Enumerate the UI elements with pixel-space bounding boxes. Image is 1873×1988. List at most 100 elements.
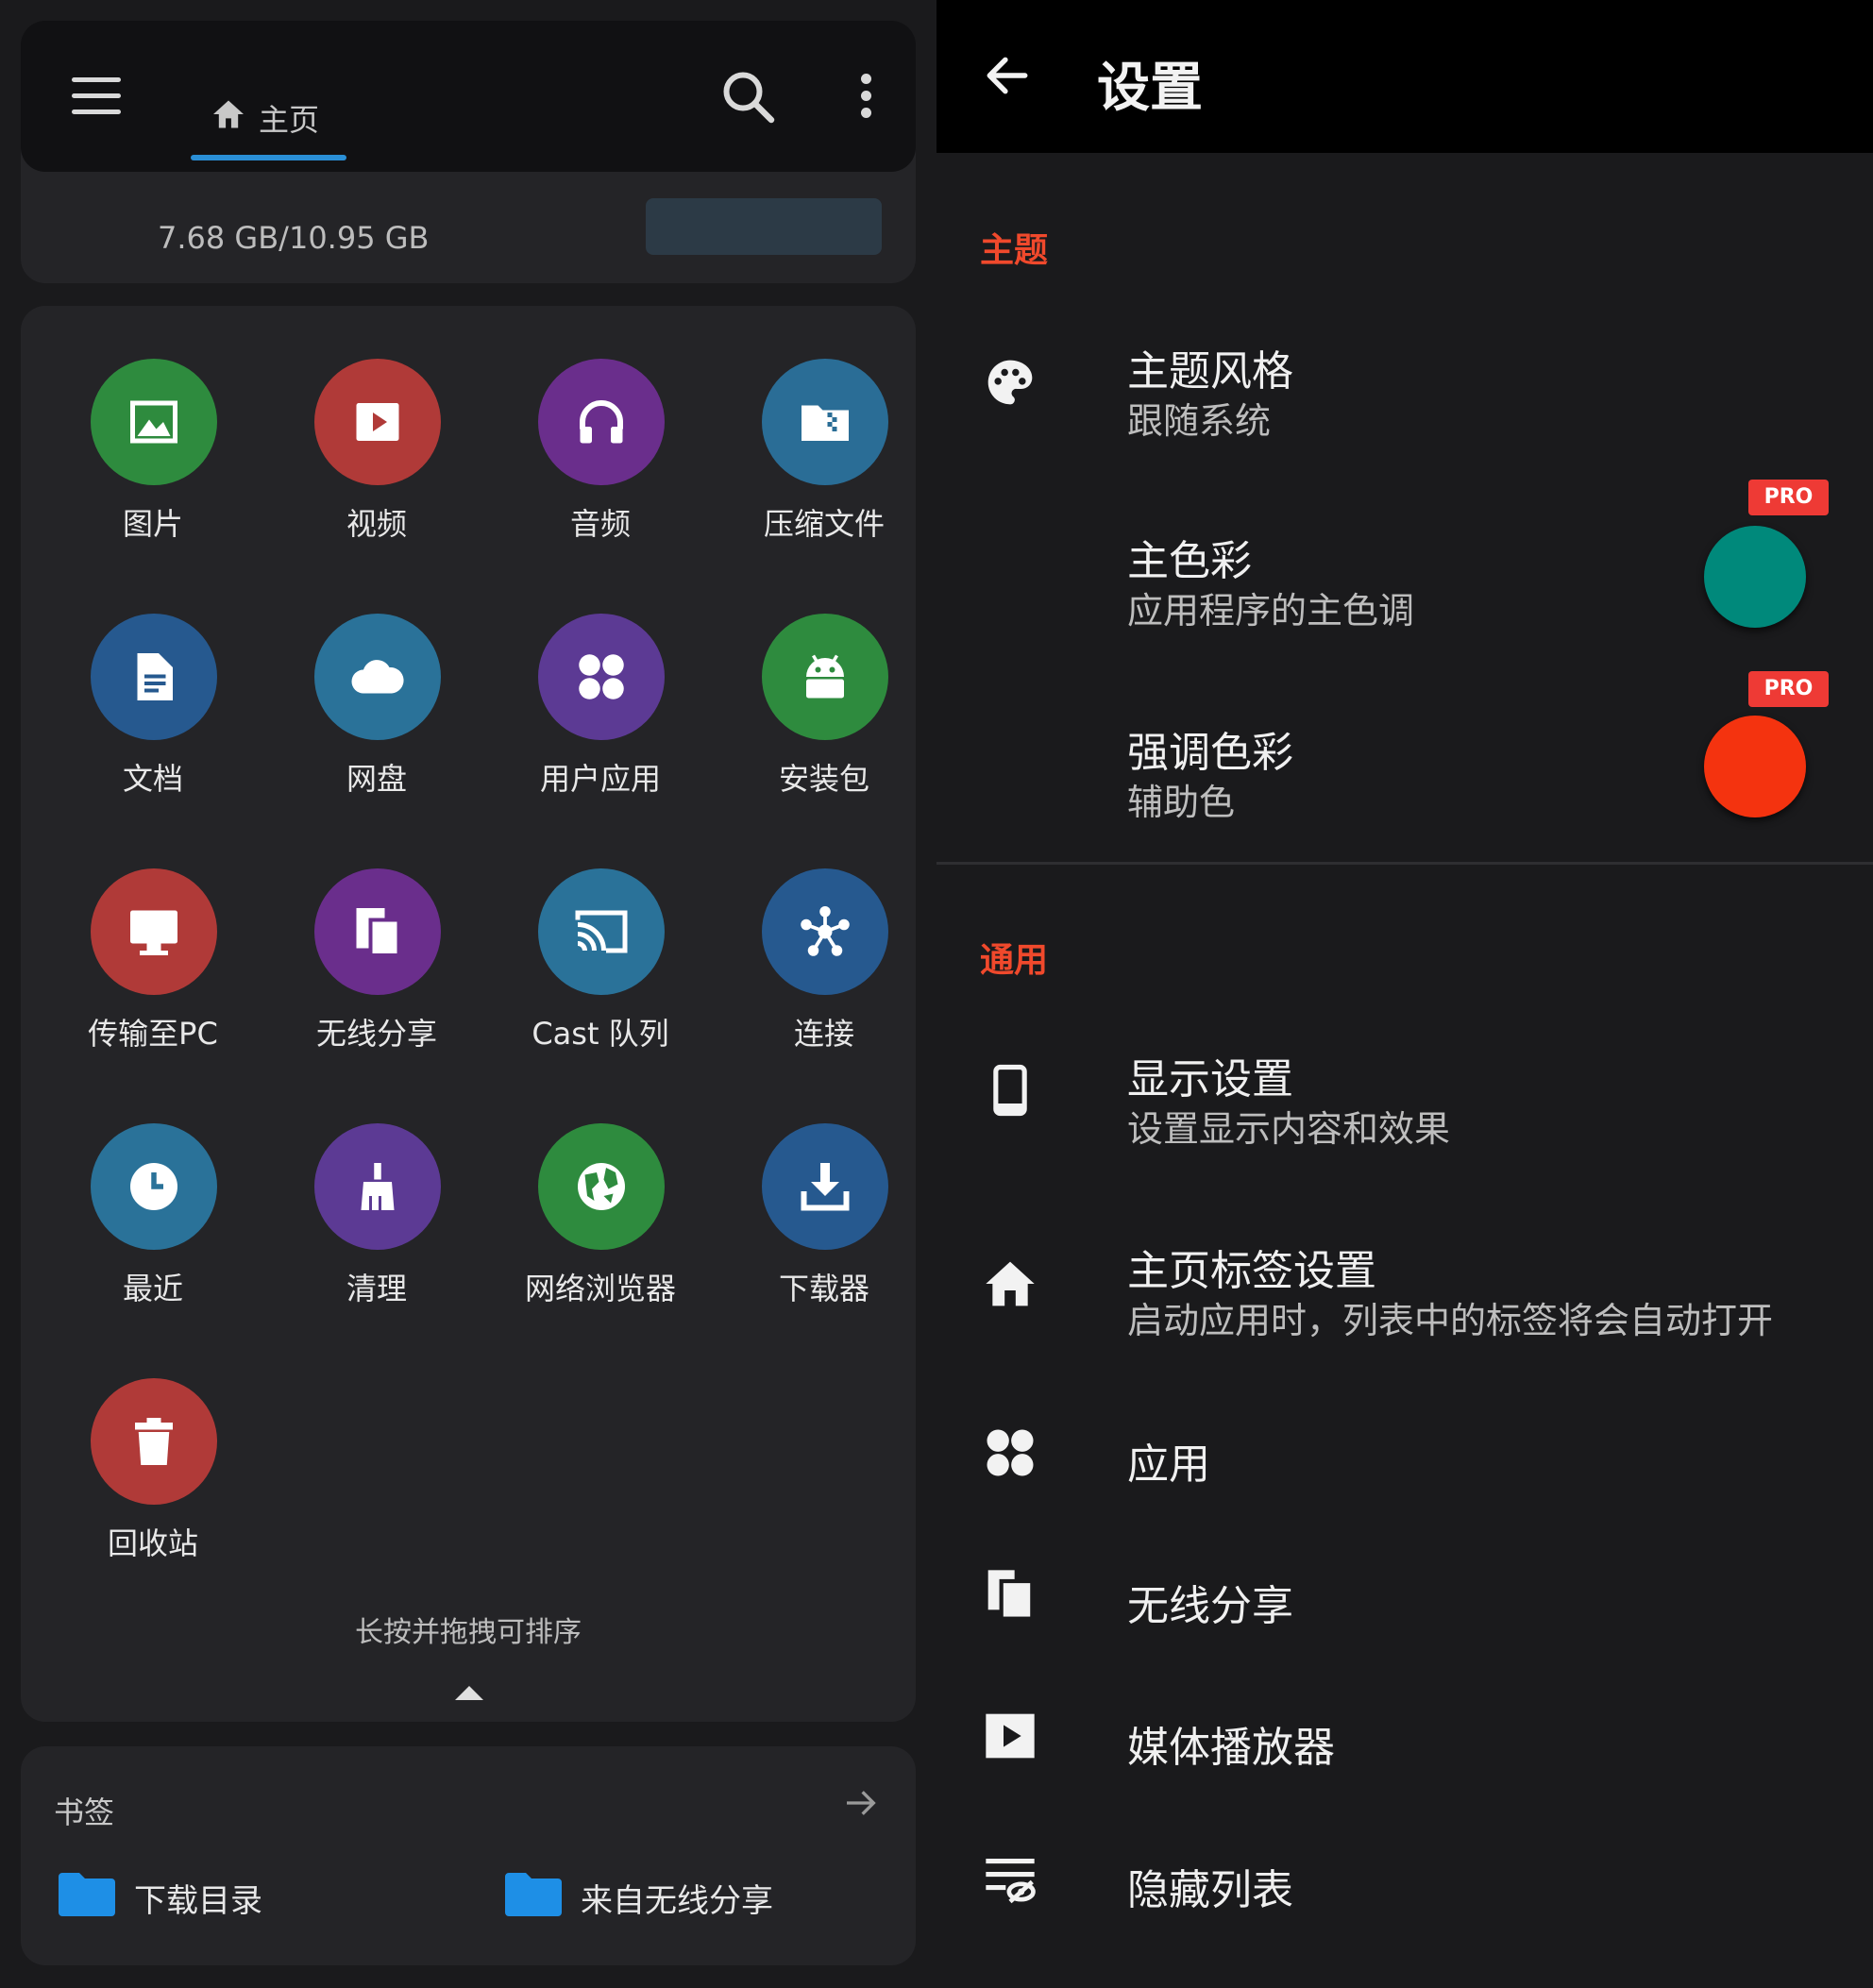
category-label: 传输至PC	[88, 1016, 218, 1052]
pro-badge: PRO	[1748, 671, 1829, 707]
setting-title: 隐藏列表	[1127, 1866, 1293, 1914]
collapse-icon[interactable]	[455, 1686, 483, 1700]
phone-icon	[993, 1064, 1027, 1117]
monitor-icon	[130, 910, 177, 955]
category-label: 网络浏览器	[524, 1271, 676, 1306]
cloud-icon	[351, 660, 404, 694]
category-recycle-bin[interactable]: 回收站	[49, 1378, 257, 1605]
apps-icon	[579, 654, 624, 699]
setting-subtitle: 设置显示内容和效果	[1127, 1108, 1451, 1150]
home-icon	[986, 1261, 1035, 1306]
category-cloud[interactable]: 网盘	[273, 614, 481, 840]
category-label: 安装包	[778, 761, 869, 797]
tab-home[interactable]: 主页	[191, 57, 346, 160]
setting-title: 无线分享	[1127, 1582, 1293, 1630]
play-icon	[356, 403, 399, 441]
settings-header: 设置	[936, 0, 1873, 153]
play-icon	[986, 1713, 1035, 1759]
network-icon	[801, 906, 850, 956]
setting-apps[interactable]: 应用	[936, 1413, 1873, 1492]
category-browser[interactable]: 网络浏览器	[497, 1123, 704, 1350]
category-label: 清理	[346, 1271, 407, 1306]
share-icon	[987, 1570, 1035, 1621]
primary-color-swatch[interactable]	[1704, 526, 1806, 628]
setting-title: 主页标签设置	[1127, 1247, 1376, 1295]
search-icon[interactable]	[719, 68, 776, 125]
setting-hidden-list[interactable]: 隐藏列表	[936, 1839, 1873, 1918]
document-icon	[137, 653, 173, 700]
category-label: 连接	[793, 1016, 854, 1052]
folder-icon	[505, 1873, 562, 1916]
category-documents[interactable]: 文档	[49, 614, 257, 840]
sort-hint: 长按并拖拽可排序	[355, 1616, 582, 1649]
category-connect[interactable]: 连接	[720, 868, 928, 1095]
back-arrow-icon[interactable]	[984, 52, 1031, 99]
category-label: 网盘	[346, 761, 407, 797]
category-apk[interactable]: 安装包	[720, 614, 928, 840]
bookmark-label: 下载目录	[134, 1882, 262, 1920]
setting-home-tabs[interactable]: 主页标签设置 启动应用时，列表中的标签将会自动打开	[936, 1227, 1873, 1350]
android-icon	[806, 654, 844, 699]
category-label: 用户应用	[539, 761, 661, 797]
category-label: 音频	[569, 506, 631, 542]
category-label: 下载器	[778, 1271, 869, 1306]
section-divider	[936, 862, 1873, 865]
setting-title: 强调色彩	[1127, 729, 1293, 777]
setting-title: 主色彩	[1127, 537, 1252, 585]
category-user-apps[interactable]: 用户应用	[497, 614, 704, 840]
category-videos[interactable]: 视频	[273, 359, 481, 585]
top-app-bar: 主页	[21, 21, 916, 172]
category-archives[interactable]: 压缩文件	[720, 359, 928, 585]
category-downloader[interactable]: 下载器	[720, 1123, 928, 1350]
settings-screen: 设置 主题 主题风格 跟随系统 主色彩 应用程序的主色调 PRO 强调色彩 辅助…	[936, 0, 1873, 1988]
category-label: 回收站	[107, 1525, 198, 1561]
headphones-icon	[580, 400, 623, 444]
setting-display[interactable]: 显示设置 设置显示内容和效果	[936, 1036, 1873, 1158]
palette-icon	[987, 360, 1033, 405]
menu-icon[interactable]	[68, 68, 125, 125]
category-recent[interactable]: 最近	[49, 1123, 257, 1350]
category-transfer-pc[interactable]: 传输至PC	[49, 868, 257, 1095]
home-icon	[213, 100, 244, 128]
accent-color-swatch[interactable]	[1704, 716, 1806, 817]
tab-indicator	[191, 155, 346, 160]
section-general-title: 通用	[980, 941, 1049, 980]
folder-icon	[59, 1873, 115, 1916]
category-wireless-share[interactable]: 无线分享	[273, 868, 481, 1095]
bookmark-label: 来自无线分享	[581, 1882, 773, 1920]
category-label: 图片	[122, 506, 183, 542]
section-theme-title: 主题	[980, 231, 1049, 270]
setting-title: 主题风格	[1127, 347, 1293, 396]
arrow-right-icon[interactable]	[842, 1784, 880, 1822]
clock-icon	[130, 1163, 177, 1210]
hidden-list-icon	[986, 1859, 1036, 1904]
more-options-icon[interactable]	[852, 68, 880, 125]
category-cast-queue[interactable]: Cast 队列	[497, 868, 704, 1095]
trash-icon	[135, 1418, 173, 1465]
apps-icon	[987, 1429, 1034, 1476]
setting-media-player[interactable]: 媒体播放器	[936, 1696, 1873, 1776]
setting-title: 媒体播放器	[1127, 1724, 1335, 1772]
category-label: 视频	[346, 506, 407, 542]
setting-wireless-share[interactable]: 无线分享	[936, 1555, 1873, 1634]
analyze-button[interactable]	[646, 198, 882, 255]
setting-subtitle: 应用程序的主色调	[1127, 590, 1415, 632]
category-grid: 图片 视频 音频 压缩文件 文档 网盘 用户应用 安装包 传输至PC 无线分享 …	[21, 306, 916, 1722]
category-audio[interactable]: 音频	[497, 359, 704, 585]
category-label: 文档	[122, 761, 183, 797]
setting-theme-style[interactable]: 主题风格 跟随系统	[936, 326, 1873, 448]
cast-icon	[575, 910, 628, 953]
archive-icon	[802, 405, 849, 441]
category-label: 压缩文件	[763, 506, 885, 542]
file-manager-home: 7.68 GB/10.95 GB 主页 图片 视频 音频 压缩文件 文档 网盘 …	[0, 0, 936, 1988]
setting-title: 应用	[1127, 1440, 1210, 1489]
category-label: Cast 队列	[532, 1016, 669, 1052]
category-label: 最近	[122, 1271, 183, 1306]
bookmarks-card: 书签 下载目录 来自无线分享	[21, 1746, 916, 1965]
category-clean[interactable]: 清理	[273, 1123, 481, 1350]
storage-size: 7.68 GB/10.95 GB	[158, 220, 430, 256]
tab-home-label: 主页	[259, 102, 320, 138]
category-images[interactable]: 图片	[49, 359, 257, 585]
globe-icon	[578, 1163, 625, 1210]
setting-subtitle: 启动应用时，列表中的标签将会自动打开	[1127, 1300, 1774, 1341]
